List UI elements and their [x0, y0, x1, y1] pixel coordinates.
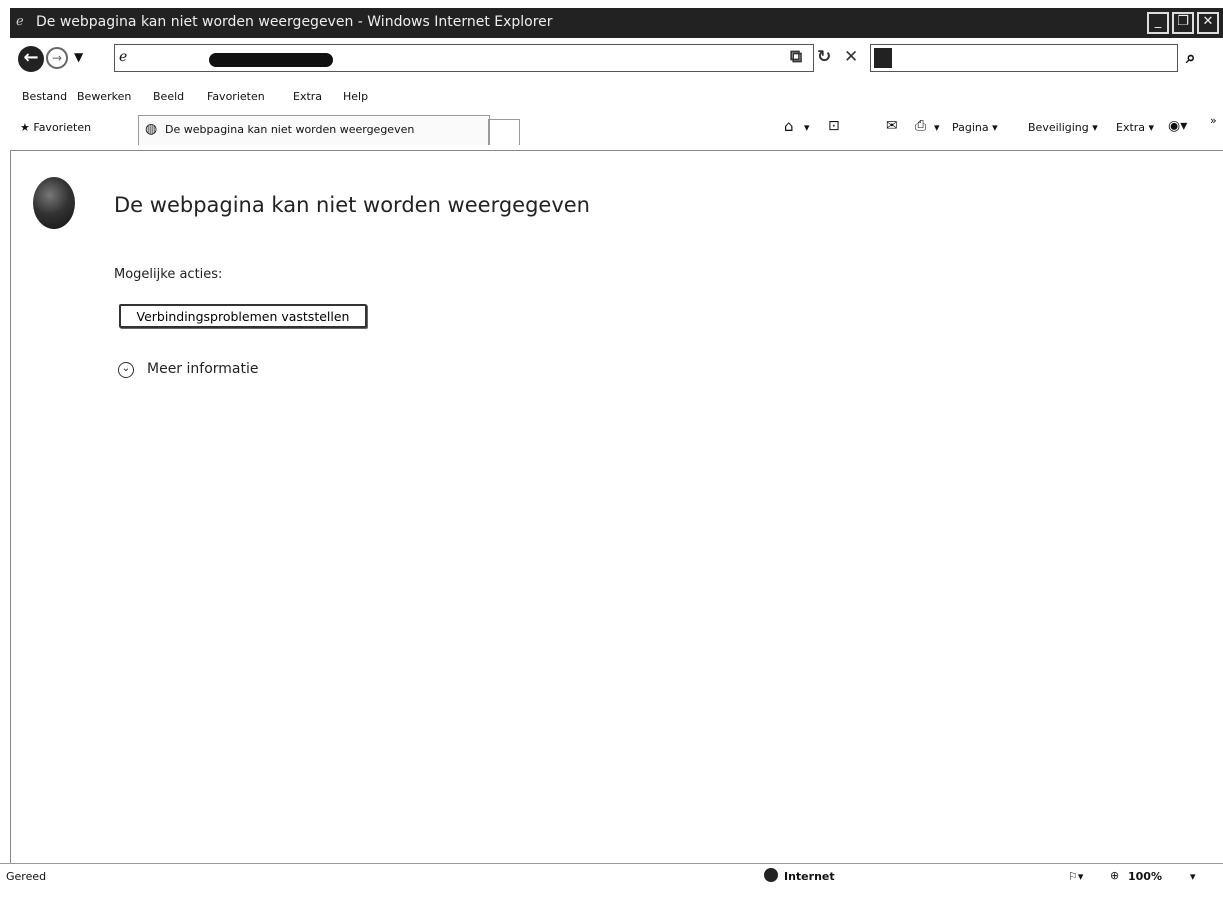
diagnose-connection-button[interactable]: Verbindingsproblemen vaststellen: [119, 304, 367, 328]
navigation-bar: ← → ▼ ℯ ⧉ ↻ ✕ ⌕: [10, 42, 1223, 78]
forward-button[interactable]: →: [46, 47, 68, 69]
menu-help[interactable]: Help: [343, 90, 368, 103]
new-tab-button[interactable]: [488, 119, 520, 145]
help-icon[interactable]: ◉▾: [1168, 118, 1187, 134]
menu-beeld[interactable]: Beeld: [153, 90, 184, 103]
status-text: Gereed: [6, 870, 47, 883]
search-input[interactable]: [870, 44, 1178, 72]
menu-bar: Bestand Bewerken Beeld Favorieten Extra …: [10, 85, 1223, 107]
menu-bestand[interactable]: Bestand: [22, 90, 67, 103]
page-content: De webpagina kan niet worden weergegeven…: [10, 150, 1223, 863]
chevron-down-icon[interactable]: ⌄: [118, 362, 134, 378]
home-dropdown-icon[interactable]: ▾: [804, 121, 810, 134]
print-icon[interactable]: ⎙: [915, 118, 926, 134]
restore-button[interactable]: ❐: [1172, 12, 1194, 34]
compatibility-icon[interactable]: ⧉: [790, 47, 802, 67]
more-info-link[interactable]: Meer informatie: [147, 361, 259, 377]
stop-button[interactable]: ✕: [844, 47, 858, 67]
favorites-button[interactable]: ★ Favorieten: [20, 121, 91, 134]
close-button[interactable]: ✕: [1197, 12, 1219, 34]
page-menu[interactable]: Pagina ▾: [952, 121, 998, 134]
redacted-url: [209, 53, 333, 67]
more-commands-chevron-icon[interactable]: »: [1210, 114, 1217, 127]
globe-error-icon: ◍: [145, 121, 158, 137]
page-menu-label: Pagina: [952, 121, 989, 134]
actions-label: Mogelijke acties:: [114, 267, 223, 282]
zoom-level[interactable]: 100%: [1128, 870, 1162, 883]
tab-current[interactable]: ◍ De webpagina kan niet worden weergegev…: [138, 115, 490, 145]
zoom-dropdown-icon[interactable]: ▾: [1190, 870, 1196, 883]
home-icon[interactable]: ⌂: [784, 117, 794, 135]
ie-logo-icon: ℯ: [16, 14, 24, 29]
title-bar: ℯ De webpagina kan niet worden weergegev…: [10, 8, 1223, 38]
page-title: De webpagina kan niet worden weergegeven: [114, 193, 590, 217]
feeds-icon[interactable]: ⊡: [828, 118, 840, 134]
internet-zone-icon: [764, 868, 778, 882]
page-icon: ℯ: [119, 49, 128, 65]
menu-bewerken[interactable]: Bewerken: [77, 90, 131, 103]
security-zone-label[interactable]: Internet: [784, 870, 835, 883]
window-title: De webpagina kan niet worden weergegeven…: [36, 14, 553, 30]
search-button[interactable]: ⌕: [1186, 48, 1196, 68]
tab-title: De webpagina kan niet worden weergegeven: [165, 123, 415, 136]
recent-pages-dropdown-icon[interactable]: ▼: [74, 50, 83, 64]
protected-mode-icon[interactable]: ⚐▾: [1068, 870, 1083, 883]
favorites-label: Favorieten: [33, 121, 92, 134]
status-bar: Gereed Internet ⚐▾ ⊕ 100% ▾: [0, 863, 1223, 899]
read-mail-icon[interactable]: ✉: [886, 118, 898, 134]
back-button[interactable]: ←: [18, 46, 44, 72]
address-bar[interactable]: ℯ: [114, 44, 814, 72]
search-provider-icon[interactable]: [874, 48, 892, 68]
tools-menu-label: Extra: [1116, 121, 1146, 134]
menu-favorieten[interactable]: Favorieten: [207, 90, 265, 103]
tools-menu[interactable]: Extra ▾: [1116, 121, 1154, 134]
print-dropdown-icon[interactable]: ▾: [934, 121, 940, 134]
safety-menu-label: Beveiliging: [1028, 121, 1089, 134]
refresh-button[interactable]: ↻: [817, 47, 831, 67]
safety-menu[interactable]: Beveiliging ▾: [1028, 121, 1098, 134]
minimize-button[interactable]: _: [1147, 12, 1169, 34]
globe-error-icon: [33, 177, 75, 229]
star-icon: ★: [20, 121, 30, 134]
menu-extra[interactable]: Extra: [293, 90, 322, 103]
favorites-bar: ★ Favorieten ◍ De webpagina kan niet wor…: [10, 112, 1223, 150]
zoom-icon[interactable]: ⊕: [1110, 869, 1119, 882]
